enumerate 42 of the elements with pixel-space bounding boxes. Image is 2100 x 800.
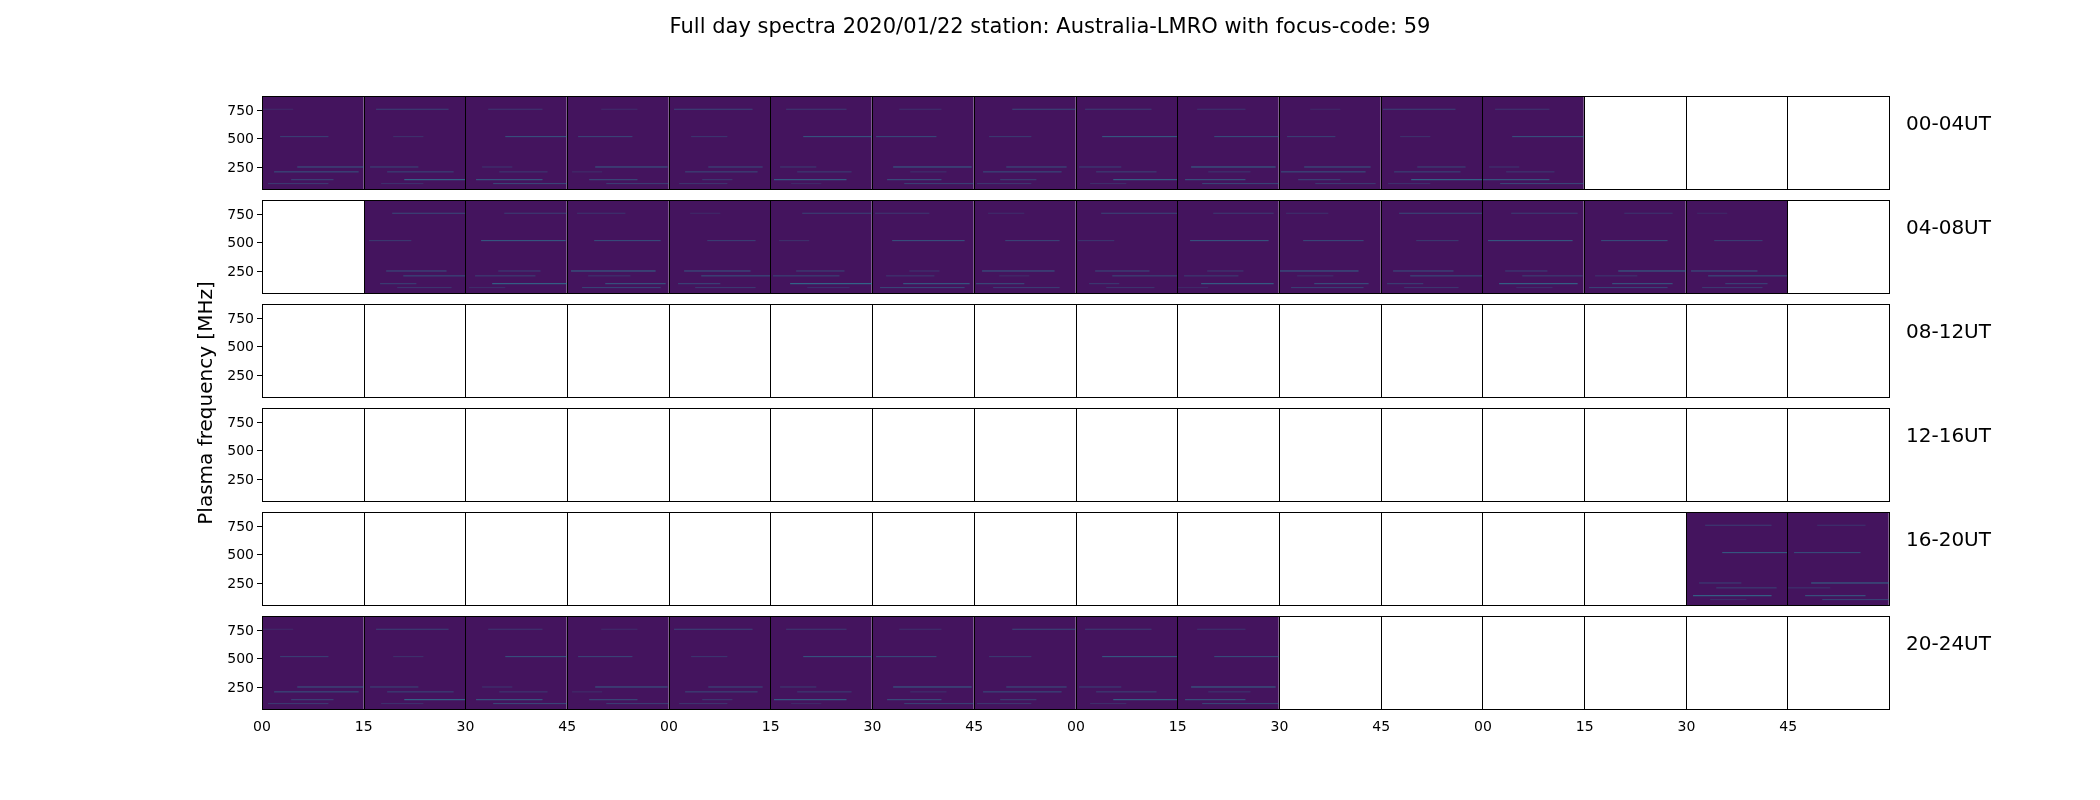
x-tick-label: 00 bbox=[1474, 717, 1492, 736]
x-tick-label: 00 bbox=[660, 717, 678, 736]
row-label: 08-12UT bbox=[1905, 318, 1991, 345]
y-tick-label: 750 bbox=[227, 518, 254, 533]
y-tick-label: 750 bbox=[227, 102, 254, 117]
y-tick-label: 500 bbox=[227, 442, 254, 457]
x-tick-label: 45 bbox=[1779, 717, 1798, 736]
x-tick-label: 00 bbox=[253, 717, 271, 736]
x-tick-label: 15 bbox=[761, 717, 780, 736]
y-tick-label: 750 bbox=[227, 414, 254, 429]
y-tick-label: 500 bbox=[227, 234, 254, 249]
y-tick-label: 500 bbox=[227, 130, 254, 145]
y-tick-label: 500 bbox=[227, 338, 254, 353]
x-tick-label: 30 bbox=[1677, 717, 1696, 736]
x-tick-label: 00 bbox=[1067, 717, 1085, 736]
x-tick-label: 30 bbox=[1270, 717, 1289, 736]
y-tick-label: 250 bbox=[227, 680, 254, 695]
y-tick-label: 250 bbox=[227, 160, 254, 175]
row-label: 16-20UT bbox=[1905, 526, 1991, 553]
x-tick-label: 30 bbox=[456, 717, 475, 736]
x-tick-label: 30 bbox=[863, 717, 882, 736]
y-tick-label: 750 bbox=[227, 310, 254, 325]
row-label: 12-16UT bbox=[1905, 422, 1991, 449]
x-tick-label: 15 bbox=[1575, 717, 1594, 736]
y-tick-label: 250 bbox=[227, 368, 254, 383]
y-tick-label: 750 bbox=[227, 206, 254, 221]
x-tick-label: 15 bbox=[354, 717, 373, 736]
y-tick-label: 250 bbox=[227, 472, 254, 487]
row-label: 20-24UT bbox=[1905, 630, 1991, 657]
figure-title: Full day spectra 2020/01/22 station: Australia-LMRO with focus-code: 59 bbox=[668, 13, 1432, 40]
x-tick-label: 45 bbox=[1372, 717, 1391, 736]
x-tick-label: 15 bbox=[1168, 717, 1187, 736]
x-tick-label: 45 bbox=[558, 717, 577, 736]
row-label: 04-08UT bbox=[1905, 214, 1991, 241]
y-tick-label: 500 bbox=[227, 546, 254, 561]
y-tick-label: 500 bbox=[227, 650, 254, 665]
x-tick-label: 45 bbox=[965, 717, 984, 736]
y-tick-label: 750 bbox=[227, 622, 254, 637]
y-tick-label: 250 bbox=[227, 264, 254, 279]
row-label: 00-04UT bbox=[1905, 110, 1991, 137]
y-axis-label: Plasma frequency [MHz] bbox=[192, 281, 218, 525]
y-tick-label: 250 bbox=[227, 576, 254, 591]
